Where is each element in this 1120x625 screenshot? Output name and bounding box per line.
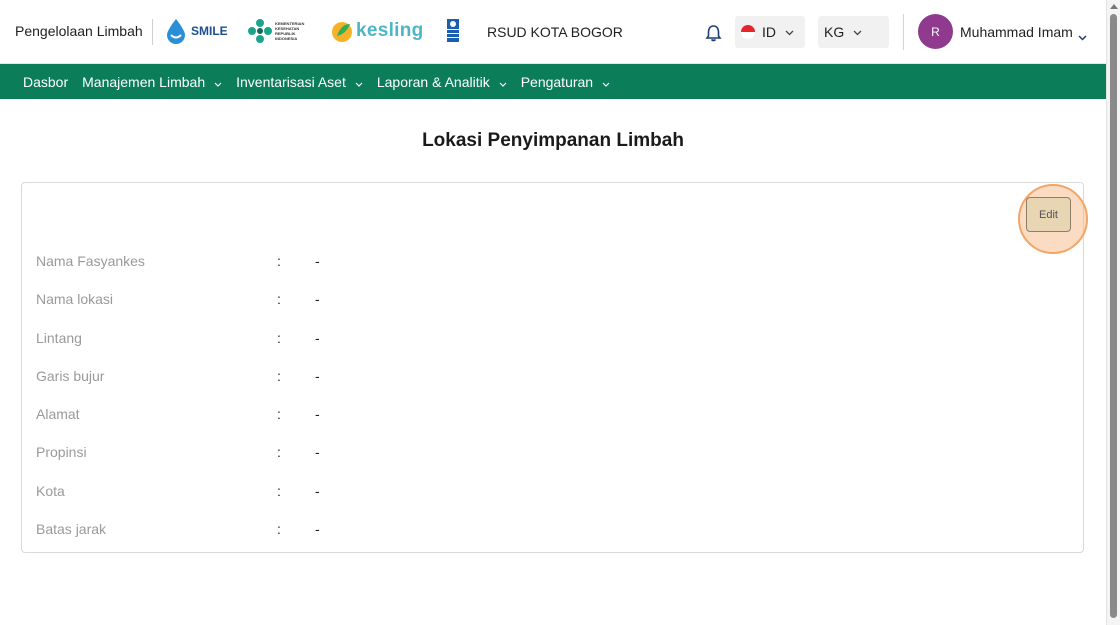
- kesling-logo: kesling: [331, 18, 424, 44]
- field-value: -: [315, 444, 320, 460]
- smile-drop-icon: [167, 19, 185, 44]
- avatar[interactable]: R: [918, 14, 953, 49]
- smile-logo: SMILE: [165, 18, 228, 44]
- field-row-alamat: Alamat : -: [36, 404, 320, 424]
- field-value: -: [315, 368, 320, 384]
- kemenkes-logo: KEMENTERIAN KESEHATAN REPUBLIK INDONESIA: [248, 18, 305, 44]
- undp-logo: [447, 19, 459, 43]
- chevron-down-icon[interactable]: [1078, 28, 1087, 46]
- field-separator: :: [277, 253, 281, 269]
- app-title[interactable]: Pengelolaan Limbah: [15, 23, 143, 39]
- field-value: -: [315, 330, 320, 346]
- field-row-lintang: Lintang : -: [36, 328, 320, 348]
- field-row-nama-lokasi: Nama lokasi : -: [36, 289, 320, 309]
- field-label: Lintang: [36, 330, 82, 346]
- field-row-propinsi: Propinsi : -: [36, 442, 320, 462]
- nav-item-dasbor[interactable]: Dasbor: [23, 74, 68, 90]
- undp-icon: [447, 19, 459, 42]
- smile-logo-text: SMILE: [191, 24, 228, 38]
- nav-item-label: Pengaturan: [520, 73, 594, 90]
- kesling-logo-text: kesling: [356, 20, 424, 41]
- chevron-down-icon: [214, 74, 222, 90]
- chevron-down-icon: [853, 23, 862, 41]
- field-row-kota: Kota : -: [36, 481, 320, 501]
- field-label: Batas jarak: [36, 521, 107, 537]
- indonesia-flag-icon: [741, 25, 755, 39]
- field-row-nama-fasyankes: Nama Fasyankes : -: [36, 251, 320, 271]
- nav-item-label: Dasbor: [23, 73, 69, 90]
- field-separator: :: [277, 330, 281, 346]
- language-code: ID: [762, 24, 776, 40]
- scroll-up-arrow-icon[interactable]: [1110, 4, 1118, 9]
- field-value: -: [315, 406, 320, 422]
- kesling-leaf-icon: [332, 22, 352, 42]
- field-value: -: [315, 253, 320, 269]
- field-label: Nama lokasi: [36, 291, 114, 307]
- nav-item-label: Laporan & Analitik: [376, 73, 490, 90]
- field-value: -: [315, 521, 320, 537]
- field-label: Alamat: [36, 406, 80, 422]
- nav-item-label: Inventarisasi Aset: [236, 73, 346, 90]
- nav-item-label: Manajemen Limbah: [82, 73, 206, 90]
- field-row-garis-bujur: Garis bujur : -: [36, 366, 320, 386]
- unit-selector[interactable]: KG: [818, 16, 889, 48]
- notification-bell-icon[interactable]: [705, 24, 722, 47]
- language-selector[interactable]: ID: [735, 16, 805, 48]
- kemenkes-emblem-icon: [248, 19, 272, 43]
- field-label: Propinsi: [36, 444, 87, 460]
- header-divider: [152, 19, 153, 45]
- user-name[interactable]: Muhammad Imam: [960, 24, 1073, 40]
- vertical-scrollbar[interactable]: [1106, 0, 1120, 625]
- field-separator: :: [277, 483, 281, 499]
- field-label: Nama Fasyankes: [36, 253, 145, 269]
- field-value: -: [315, 483, 320, 499]
- unit-code: KG: [824, 24, 845, 40]
- field-label: Garis bujur: [36, 368, 105, 384]
- header-divider: [903, 14, 904, 50]
- nav-item-pengaturan[interactable]: Pengaturan: [521, 74, 610, 90]
- chevron-down-icon: [602, 74, 610, 90]
- field-value: -: [315, 291, 320, 307]
- location-detail-card: Edit Nama Fasyankes : - Nama lokasi : - …: [21, 182, 1088, 553]
- field-separator: :: [277, 291, 281, 307]
- field-separator: :: [277, 444, 281, 460]
- nav-item-inventarisasi-aset[interactable]: Inventarisasi Aset: [236, 74, 363, 90]
- nav-item-manajemen-limbah[interactable]: Manajemen Limbah: [82, 74, 222, 90]
- field-separator: :: [277, 521, 281, 537]
- kemenkes-logo-text: KEMENTERIAN KESEHATAN REPUBLIK INDONESIA: [275, 21, 305, 41]
- hospital-name: RSUD KOTA BOGOR: [487, 24, 623, 40]
- top-header: Pengelolaan Limbah SMILE KEMENTERIAN KES…: [0, 0, 1106, 64]
- edit-button[interactable]: Edit: [1026, 197, 1071, 232]
- chevron-down-icon: [499, 74, 507, 90]
- chevron-down-icon: [355, 74, 363, 90]
- main-nav: Dasbor Manajemen Limbah Inventarisasi As…: [0, 64, 1106, 99]
- field-separator: :: [277, 368, 281, 384]
- field-row-batas-jarak: Batas jarak : -: [36, 519, 320, 539]
- field-separator: :: [277, 406, 281, 422]
- scrollbar-thumb[interactable]: [1110, 14, 1117, 618]
- nav-item-laporan-analitik[interactable]: Laporan & Analitik: [377, 74, 507, 90]
- page-title: Lokasi Penyimpanan Limbah: [422, 130, 684, 151]
- chevron-down-icon: [785, 23, 794, 41]
- field-label: Kota: [36, 483, 65, 499]
